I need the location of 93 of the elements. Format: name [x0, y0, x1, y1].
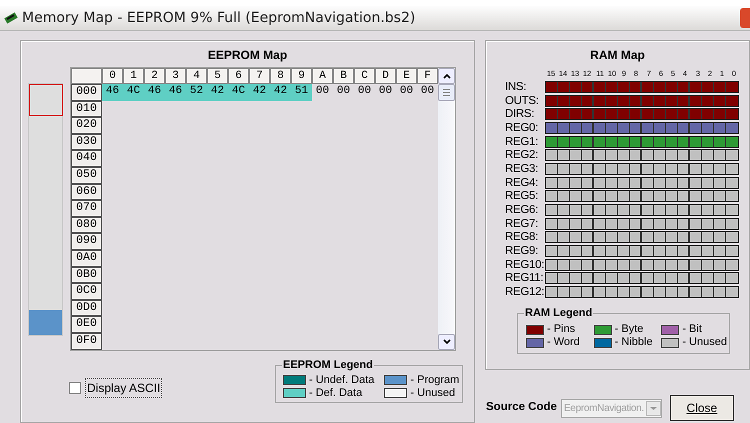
register-label: REG4:	[505, 176, 540, 189]
register-label: REG12:	[505, 286, 545, 298]
row-address: 080	[71, 216, 102, 234]
register-label: REG6:	[505, 204, 540, 216]
column-header: 1	[123, 68, 144, 84]
panel-title: RAM Map	[589, 47, 646, 62]
caret-down-icon	[646, 400, 661, 416]
row-address: 0A0	[71, 250, 102, 267]
panel-title: EEPROM Map	[206, 47, 288, 62]
row-address: 090	[71, 233, 102, 250]
register-label: REG11:	[505, 272, 544, 284]
row-address: 0F0	[71, 332, 102, 350]
memory-cell: 52	[186, 84, 207, 101]
column-header: 9	[291, 68, 312, 84]
close-button[interactable]: Close	[670, 395, 734, 421]
row-address: 0C0	[71, 283, 102, 300]
checkbox-label: Display ASCII	[85, 378, 162, 398]
column-header: 4	[186, 68, 207, 84]
legend-label: - Def. Data	[309, 386, 362, 400]
legend-label: - Bit	[682, 323, 702, 336]
column-header: A	[312, 68, 333, 84]
memory-cell-text: 00	[314, 84, 330, 99]
register-label: REG10:	[505, 258, 545, 271]
legend-label: - Unused	[410, 386, 456, 400]
column-header: E	[396, 68, 417, 84]
legend-label: - Unused	[682, 336, 727, 349]
caret-down-icon	[442, 339, 450, 344]
memory-chip-icon	[4, 12, 18, 24]
column-header: 7	[249, 68, 270, 84]
column-header: 3	[165, 68, 186, 84]
row-address: 000	[71, 84, 102, 101]
memory-cell-text: 00	[336, 84, 352, 99]
memory-cell: 46	[102, 84, 123, 101]
register-label: REG3:	[505, 162, 540, 175]
column-header: D	[375, 68, 396, 84]
window-title: Memory Map - EEPROM 9% Full (EepromNavigation.bs2)	[22, 8, 416, 28]
row-address: 0D0	[71, 300, 102, 316]
memory-cell: 42	[270, 84, 291, 101]
memory-cell: 42	[249, 84, 270, 101]
row-address: 020	[71, 117, 102, 134]
row-address: 060	[71, 184, 102, 200]
memory-cell-text: 00	[398, 84, 414, 99]
legend-label: - Pins	[547, 323, 576, 336]
row-address: 040	[71, 150, 102, 167]
legend-label: - Nibble	[614, 336, 653, 349]
memory-cell-text: 00	[378, 84, 394, 99]
legend-title: EEPROM Legend	[282, 358, 374, 372]
column-header: 5	[207, 68, 228, 84]
register-label: REG9:	[505, 245, 540, 258]
memory-cell: 51	[291, 84, 312, 101]
legend-label: - Undef. Data	[309, 374, 374, 386]
display-ascii-checkbox[interactable]	[69, 382, 81, 394]
column-header: B	[333, 68, 354, 84]
register-label: INS:	[505, 80, 528, 93]
legend-label: - Word	[547, 336, 580, 349]
column-header: C	[354, 68, 375, 84]
row-address: 050	[71, 166, 102, 184]
header-cell	[71, 68, 102, 84]
register-label: REG8:	[505, 231, 540, 244]
row-address: 0E0	[71, 316, 102, 333]
register-label: REG7:	[505, 218, 540, 230]
column-header: 0	[102, 68, 123, 84]
register-label: REG2:	[505, 149, 540, 162]
memory-cell: 4C	[123, 84, 144, 101]
scroll-down-button[interactable]	[438, 334, 455, 350]
memory-cell: 42	[207, 84, 228, 101]
legend-label: - Byte	[614, 323, 644, 336]
memory-cell: 46	[144, 84, 165, 101]
memory-cell: 46	[165, 84, 186, 101]
row-address: 0B0	[71, 266, 102, 284]
memory-cell-text: 00	[356, 84, 372, 99]
legend-title: RAM Legend	[524, 306, 594, 320]
scroll-thumb[interactable]	[438, 84, 455, 101]
caret-up-icon	[442, 74, 450, 78]
column-header: F	[417, 68, 438, 84]
register-label: OUTS:	[505, 94, 540, 107]
column-header: 2	[144, 68, 165, 84]
register-label: REG5:	[505, 190, 540, 202]
memory-cell-text: 00	[420, 84, 436, 99]
register-label: REG0:	[505, 122, 540, 134]
legend-label: - Program	[410, 374, 460, 386]
row-address: 010	[71, 100, 102, 118]
source-code-label: Source Code	[486, 400, 557, 416]
view-window-frame	[29, 84, 63, 116]
register-label: REG1:	[505, 136, 540, 148]
row-address: 030	[71, 134, 102, 150]
column-header: 8	[270, 68, 291, 84]
memory-cell: 4C	[228, 84, 249, 101]
scroll-up-button[interactable]	[438, 68, 455, 84]
register-label: DIRS:	[505, 108, 536, 120]
scrollbar[interactable]	[438, 68, 455, 350]
row-address: 070	[71, 200, 102, 217]
column-header: 6	[228, 68, 249, 84]
